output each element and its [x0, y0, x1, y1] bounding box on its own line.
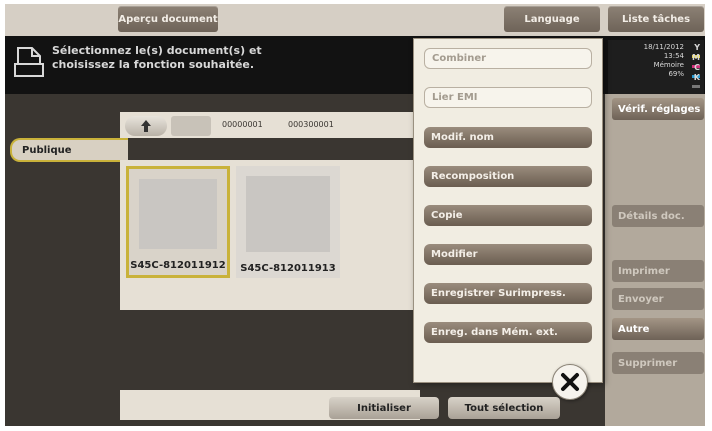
date-text: 18/11/2012 [643, 43, 684, 51]
time-text: 13:54 [663, 52, 684, 60]
reset-button[interactable]: Initialiser [329, 397, 439, 419]
tab-publique[interactable]: Publique [10, 138, 128, 162]
document-thumb-1[interactable]: S45C-812011912 [126, 166, 230, 278]
breadcrumb-box: 00000001 [222, 120, 263, 129]
instruction-text: Sélectionnez le(s) document(s) et choisi… [52, 44, 262, 71]
document-icon [14, 47, 44, 77]
document-name: S45C-812011912 [130, 260, 226, 271]
top-strip [5, 4, 705, 36]
job-list-button[interactable]: Liste tâches [608, 6, 704, 32]
send-button[interactable]: Envoyer [612, 288, 704, 310]
close-button[interactable] [552, 364, 588, 400]
menu-item-modify[interactable]: Modifier [424, 244, 592, 265]
document-details-button[interactable]: Détails doc. [612, 205, 704, 227]
print-button[interactable]: Imprimer [612, 260, 704, 282]
memory-value: 69% [668, 70, 684, 78]
menu-item-save-overlay[interactable]: Enregistrer Surimpress. [424, 283, 592, 304]
document-name: S45C-812011913 [240, 263, 336, 274]
blank-button[interactable] [171, 116, 211, 136]
menu-item-recompose[interactable]: Recomposition [424, 166, 592, 187]
menu-item-copy[interactable]: Copie [424, 205, 592, 226]
close-icon [561, 373, 579, 391]
breadcrumb-folder: 000300001 [288, 120, 334, 129]
delete-button[interactable]: Supprimer [612, 352, 704, 374]
menu-item-rename[interactable]: Modif. nom [424, 127, 592, 148]
thumbnail-page [139, 179, 217, 249]
select-all-button[interactable]: Tout sélection [448, 397, 560, 419]
status-panel: 18/11/2012 13:54 Mémoire 69% Y M C K [608, 40, 704, 94]
thumbnail-page [246, 176, 330, 252]
menu-item-link-emi: Lier EMI [424, 87, 592, 108]
language-button[interactable]: Language [504, 6, 600, 32]
toner-k: K [686, 73, 700, 91]
preview-button[interactable]: Aperçu document [118, 6, 218, 32]
up-folder-button[interactable] [125, 116, 167, 136]
memory-label: Mémoire [653, 61, 684, 69]
document-thumb-2[interactable]: S45C-812011913 [236, 166, 340, 278]
arrow-up-icon [141, 120, 151, 132]
other-button[interactable]: Autre [612, 318, 704, 340]
menu-item-combine: Combiner [424, 48, 592, 69]
check-settings-button[interactable]: Vérif. réglages [612, 98, 704, 120]
menu-item-save-external[interactable]: Enreg. dans Mém. ext. [424, 322, 592, 343]
